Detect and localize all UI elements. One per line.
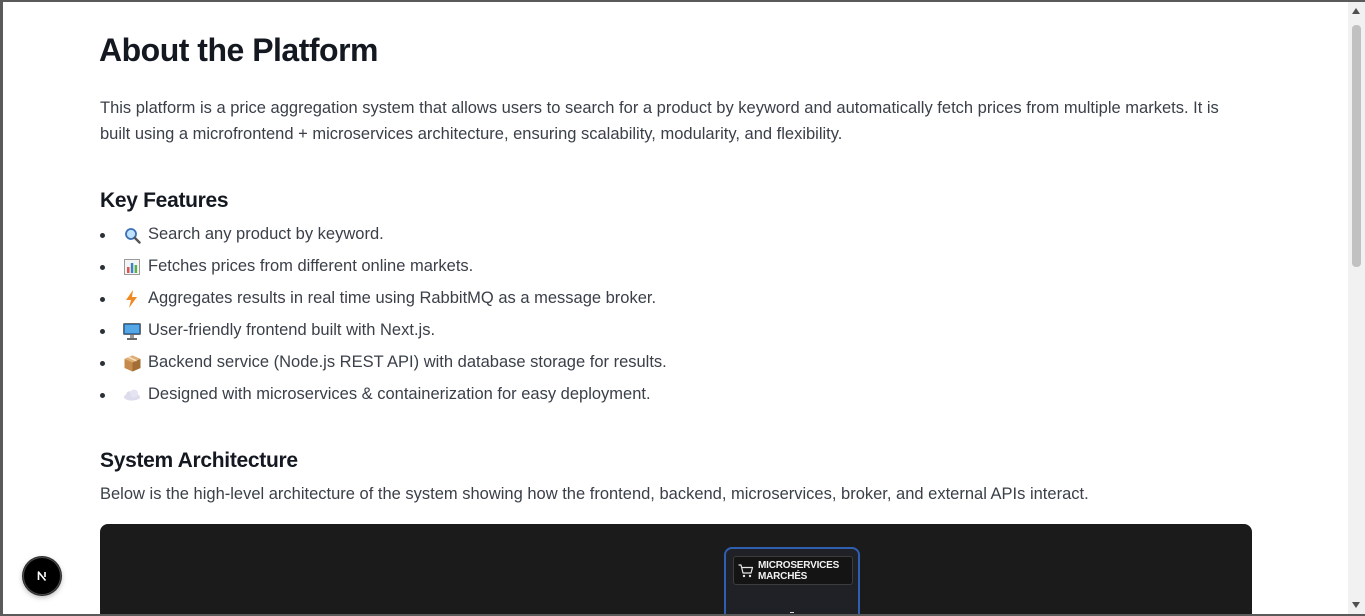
shopping-cart-icon xyxy=(738,563,754,577)
key-features-heading: Key Features xyxy=(100,189,229,212)
nextjs-logo-icon xyxy=(33,567,51,585)
package-icon xyxy=(123,354,141,372)
scroll-thumb[interactable] xyxy=(1352,25,1361,267)
feature-text: Fetches prices from different online mar… xyxy=(148,257,474,275)
microservices-node-label: MICROSERVICES MARCHÉS xyxy=(733,556,853,585)
architecture-diagram: MICROSERVICES MARCHÉS xyxy=(100,524,1252,614)
feature-text: Designed with microservices & containeri… xyxy=(148,385,651,403)
nextjs-dev-tools-button[interactable] xyxy=(23,557,61,595)
feature-text: User-friendly frontend built with Next.j… xyxy=(148,321,436,339)
scroll-down-arrow-icon[interactable] xyxy=(1352,602,1360,608)
cloud-icon xyxy=(123,386,141,404)
page-viewport: About the Platform This platform is a pr… xyxy=(3,2,1348,614)
feature-text: Search any product by keyword. xyxy=(148,225,384,243)
lightning-icon xyxy=(123,290,141,308)
node-title-line2: MARCHÉS xyxy=(758,570,808,582)
node-connector-mark xyxy=(790,612,794,613)
vertical-scrollbar[interactable] xyxy=(1348,2,1365,614)
bullet-dot xyxy=(100,361,105,366)
microservices-node: MICROSERVICES MARCHÉS xyxy=(724,547,860,614)
node-title: MICROSERVICES MARCHÉS xyxy=(758,560,839,582)
feature-text: Aggregates results in real time using Ra… xyxy=(148,289,657,307)
scroll-up-arrow-icon[interactable] xyxy=(1352,8,1360,14)
desktop-computer-icon xyxy=(123,322,141,340)
bullet-dot xyxy=(100,297,105,302)
magnifier-icon xyxy=(123,226,141,244)
bar-chart-icon xyxy=(123,258,141,276)
node-title-line1: MICROSERVICES xyxy=(758,559,840,571)
page-title: About the Platform xyxy=(99,32,378,68)
feature-text: Backend service (Node.js REST API) with … xyxy=(148,353,667,371)
bullet-dot xyxy=(100,233,105,238)
system-architecture-heading: System Architecture xyxy=(100,449,298,472)
bullet-dot xyxy=(100,265,105,270)
architecture-description: Below is the high-level architecture of … xyxy=(100,485,1089,503)
bullet-dot xyxy=(100,393,105,398)
intro-paragraph: This platform is a price aggregation sys… xyxy=(100,99,1219,143)
bullet-dot xyxy=(100,329,105,334)
